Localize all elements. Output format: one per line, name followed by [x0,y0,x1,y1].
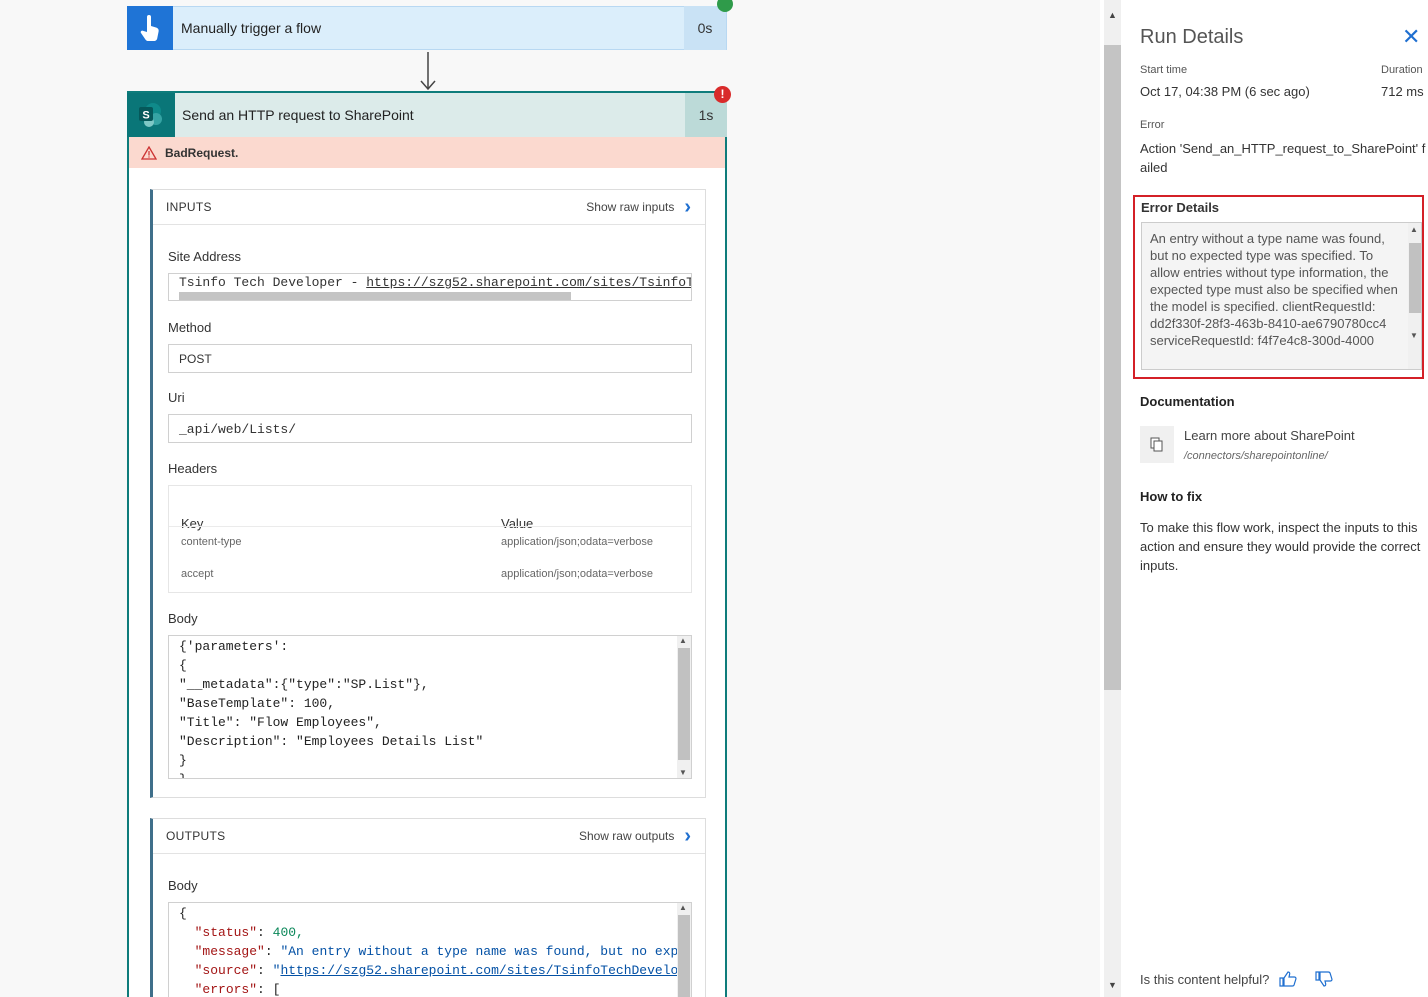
sharepoint-icon: S [127,93,175,137]
code-line: "BaseTemplate": 100, [179,696,336,711]
success-check-icon [717,0,733,12]
inputs-section: INPUTS Show raw inputs › Site Address Ts… [150,189,706,798]
start-time-label: Start time [1140,64,1188,76]
output-body-textarea[interactable]: { "status": 400, "message": "An entry wi… [168,902,692,997]
svg-text:S: S [142,110,149,122]
method-label: Method [168,320,212,335]
flow-designer-canvas: Manually trigger a flow 0s S Send an HTT… [0,0,1100,997]
uri-field[interactable]: _api/web/Lists/ [168,414,692,443]
code-line: } [179,753,187,768]
headers-table: Key Value content-type application/json;… [168,485,692,593]
body-textarea[interactable]: {'parameters': { "__metadata":{"type":"SP.… [168,635,692,779]
code-line: { [179,658,187,673]
uri-label: Uri [168,390,185,405]
arrow-down-icon [420,52,436,91]
code-line: "__metadata":{"type":"SP.List"}, [179,677,429,692]
brace: { [179,906,187,921]
trigger-card[interactable]: Manually trigger a flow 0s [127,6,727,50]
action-title: Send an HTTP request to SharePoint [182,107,414,123]
site-address-label: Site Address [168,249,241,264]
documentation-title: Documentation [1140,394,1235,409]
header-value: application/json;odata=verbose [501,568,653,580]
error-details-text: An entry without a type name was found, … [1150,231,1398,348]
error-banner: BadRequest. [129,137,725,168]
start-time-value: Oct 17, 04:38 PM (6 sec ago) [1140,84,1310,99]
error-details-section: Error Details An entry without a type na… [1133,195,1424,379]
code-line: } [179,770,691,778]
documentation-path: /connectors/sharepointonline/ [1184,450,1328,462]
helpful-question: Is this content helpful? [1140,971,1270,987]
method-value: POST [179,352,212,366]
warning-icon [141,145,157,160]
body-label: Body [168,611,198,626]
header-key: content-type [181,536,242,548]
vertical-scrollbar[interactable]: ▲ [677,903,691,997]
trigger-duration: 0s [684,6,726,50]
show-raw-outputs-link[interactable]: Show raw outputs › [579,826,691,846]
error-details-title: Error Details [1141,200,1220,215]
error-label: Error [1140,119,1165,131]
code-line: "Description": "Employees Details List" [179,734,484,749]
close-icon[interactable]: ✕ [1402,26,1420,48]
body-code: {'parameters': { "__metadata":{"type":"SP.… [169,636,691,778]
duration-value: 712 ms [1381,84,1424,99]
error-value: Action 'Send_an_HTTP_request_to_SharePoi… [1140,141,1426,175]
chevron-right-icon: › [684,825,691,847]
panel-scrollbar[interactable]: ▲ ▼ [1104,0,1121,997]
message-value: "An entry without a type name was found,… [280,944,692,959]
source-url[interactable]: https://szg52.sharepoint.com/sites/Tsinf… [280,963,691,978]
document-icon [1140,426,1174,463]
error-status-icon: ! [714,86,731,103]
header-value: application/json;odata=verbose [501,536,653,548]
code-line: "Title": "Flow Employees", [179,715,382,730]
errors-value: [ [272,982,281,997]
headers-col-value: Value [501,516,534,531]
thumbs-down-icon[interactable] [1315,971,1333,987]
source-key: "source" [194,963,258,978]
duration-label: Duration [1381,64,1423,76]
errors-key: "errors" [194,982,258,997]
how-to-fix-text: To make this flow work, inspect the inpu… [1140,520,1421,573]
header-key: accept [181,568,214,580]
show-raw-outputs-label: Show raw outputs [578,829,675,843]
vertical-scrollbar[interactable]: ▲ ▼ [1408,223,1421,369]
thumbs-up-icon[interactable] [1279,971,1297,987]
site-address-field[interactable]: Tsinfo Tech Developer - https://szg52.sh… [168,273,692,301]
hand-tap-icon [127,6,173,50]
horizontal-scrollbar[interactable] [179,292,571,300]
output-body-label: Body [168,878,198,893]
documentation-link[interactable]: Learn more about SharePoint [1184,428,1355,443]
method-field[interactable]: POST [168,344,692,373]
code-line: {'parameters': [179,639,289,654]
panel-title: Run Details [1140,26,1244,48]
feedback-row: Is this content helpful? [1140,971,1333,987]
status-value: 400, [272,925,304,940]
outputs-section: OUTPUTS Show raw outputs › Body { "statu… [150,818,706,997]
vertical-scrollbar[interactable]: ▲ ▼ [677,636,691,778]
chevron-right-icon: › [684,196,691,218]
inputs-header: INPUTS Show raw inputs › [153,190,705,225]
action-card: S Send an HTTP request to SharePoint 1s … [127,91,727,997]
uri-value: _api/web/Lists/ [179,422,297,437]
show-raw-inputs-link[interactable]: Show raw inputs › [586,197,691,217]
outputs-header: OUTPUTS Show raw outputs › [153,819,705,854]
error-details-textarea[interactable]: An entry without a type name was found, … [1141,222,1422,370]
site-address-prefix: Tsinfo Tech Developer - [179,275,367,290]
how-to-fix-title: How to fix [1140,489,1203,504]
show-raw-inputs-label: Show raw inputs [586,200,675,214]
trigger-title: Manually trigger a flow [181,20,322,36]
headers-col-key: Key [181,516,204,531]
output-body-code: { "status": 400, "message": "An entry wi… [169,903,691,997]
message-key: "message" [194,944,265,959]
inputs-title: INPUTS [166,200,212,214]
headers-label: Headers [168,461,218,476]
action-header[interactable]: S Send an HTTP request to SharePoint 1s [127,91,727,137]
outputs-title: OUTPUTS [166,829,226,843]
error-text: BadRequest. [165,145,239,160]
site-address-url[interactable]: https://szg52.sharepoint.com/sites/Tsinf… [366,275,691,290]
status-key: "status" [194,925,258,940]
